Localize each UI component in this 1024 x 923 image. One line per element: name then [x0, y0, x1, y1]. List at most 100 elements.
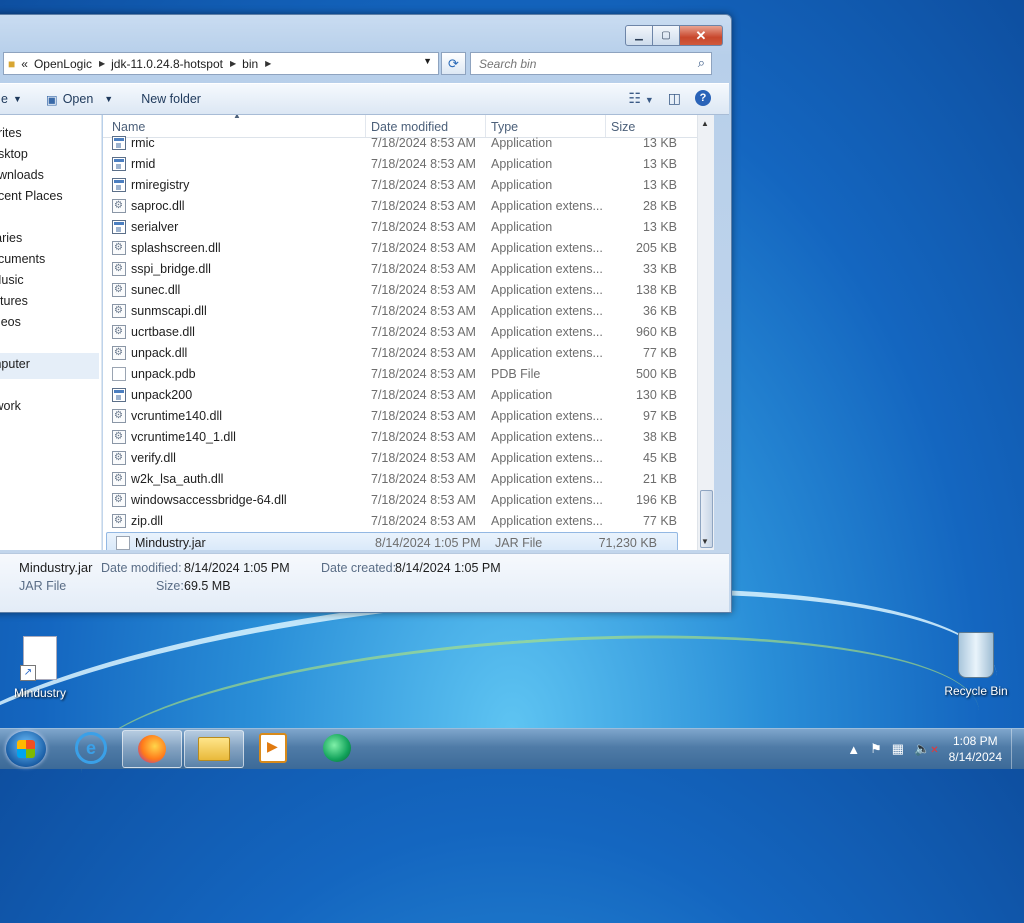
file-row[interactable]: serialver 7/18/2024 8:53 AM Application 13 … [103, 217, 697, 238]
clock[interactable]: 1:08 PM 8/14/2024 [949, 733, 1002, 765]
close-button[interactable]: ✕ [680, 25, 723, 46]
address-dropdown-icon[interactable]: ▼ [423, 56, 432, 66]
nav-item-music[interactable]: Music [0, 273, 24, 287]
breadcrumb-jdk[interactable]: jdk-11.0.24.8-hotspot [111, 57, 223, 71]
file-size: 960 KB [635, 325, 677, 339]
file-row[interactable]: saproc.dll 7/18/2024 8:53 AM Application e… [103, 196, 697, 217]
file-row[interactable]: ucrtbase.dll 7/18/2024 8:53 AM Application… [103, 322, 697, 343]
show-hidden-icons-icon[interactable]: ▲ [847, 742, 860, 757]
view-options-icon[interactable]: ☷ ▼ [628, 90, 653, 107]
file-row[interactable]: unpack200 7/18/2024 8:53 AM Application 130… [103, 385, 697, 406]
file-row[interactable]: Mindustry.jar 8/14/2024 1:05 PM JAR File 71… [106, 532, 678, 550]
column-name[interactable]: Name [112, 120, 145, 134]
vertical-scrollbar[interactable]: ▲ ▼ [697, 115, 714, 550]
chevron-down-icon: ▼ [104, 94, 114, 104]
nav-item-pictures[interactable]: ictures [0, 294, 28, 308]
desktop-icon-mindustry[interactable]: ↗ Mindustry [8, 636, 72, 700]
taskbar-internet-explorer[interactable]: e [62, 730, 120, 766]
folder-icon [198, 737, 230, 761]
file-row[interactable]: verify.dll 7/18/2024 8:53 AM Application e… [103, 448, 697, 469]
new-folder-button[interactable]: New folder [141, 92, 201, 106]
file-type: Application [491, 220, 553, 234]
nav-item-favorites[interactable]: orites [0, 126, 22, 140]
file-row[interactable]: rmic 7/18/2024 8:53 AM Application 13 KB [103, 133, 697, 154]
file-row[interactable]: windowsaccessbridge-64.dll 7/18/2024 8:53… [103, 490, 697, 511]
application-icon [112, 388, 126, 402]
file-size: 500 KB [635, 367, 677, 381]
file-row[interactable]: sunmscapi.dll 7/18/2024 8:53 AM Applicatio… [103, 301, 697, 322]
file-row[interactable]: rmid 7/18/2024 8:53 AM Application 13 KB [103, 154, 697, 175]
flag-icon[interactable]: ⚑ [870, 741, 882, 757]
nav-item-downloads[interactable]: ownloads [0, 168, 44, 182]
taskbar-app[interactable] [308, 730, 366, 766]
file-row[interactable]: sspi_bridge.dll 7/18/2024 8:53 AM Applicat… [103, 259, 697, 280]
taskbar: e ▲ ⚑ ▦ 🔈✕ 1:08 PM 8/14/2024 [0, 728, 1024, 769]
volume-muted-icon[interactable]: 🔈✕ [914, 741, 939, 757]
maximize-button[interactable]: ▢ [653, 25, 680, 46]
file-date-modified: 7/18/2024 8:53 AM [371, 409, 476, 423]
file-size: 138 KB [635, 283, 677, 297]
file-row[interactable]: rmiregistry 7/18/2024 8:53 AM Application 1… [103, 175, 697, 196]
file-row[interactable]: zip.dll 7/18/2024 8:53 AM Application exte… [103, 511, 697, 532]
file-row[interactable]: sunec.dll 7/18/2024 8:53 AM Application ex… [103, 280, 697, 301]
details-size: 69.5 MB [184, 579, 231, 593]
network-icon[interactable]: ▦ [892, 741, 904, 757]
open-button[interactable]: ▣ Open ▼ [46, 92, 113, 107]
search-icon[interactable]: ⌕ [698, 55, 705, 71]
desktop-icon-label: Recycle Bin [944, 684, 1008, 698]
chevron-right-icon[interactable]: ▶ [99, 59, 105, 68]
scroll-down-arrow-icon[interactable]: ▼ [701, 537, 709, 546]
address-bar[interactable]: ■ « OpenLogic ▶ jdk-11.0.24.8-hotspot ▶ … [3, 52, 439, 75]
file-size: 13 KB [642, 136, 677, 150]
explorer-window: ▁ ▢ ✕ ■ « OpenLogic ▶ jdk-11.0.24.8-hots… [0, 14, 732, 613]
dll-file-icon [112, 430, 126, 444]
start-button[interactable] [6, 731, 46, 767]
nav-item-libraries[interactable]: raries [0, 231, 22, 245]
breadcrumb-openlogic[interactable]: OpenLogic [34, 57, 92, 71]
nav-item-computer[interactable]: mputer [0, 353, 99, 379]
chevron-right-icon[interactable]: ▶ [230, 59, 236, 68]
file-row[interactable]: splashscreen.dll 7/18/2024 8:53 AM Applica… [103, 238, 697, 259]
organize-button-partial[interactable]: e ▼ [1, 92, 22, 106]
file-row[interactable]: vcruntime140_1.dll 7/18/2024 8:53 AM Appli… [103, 427, 697, 448]
file-size: 33 KB [642, 262, 677, 276]
nav-item-videos[interactable]: ideos [0, 315, 21, 329]
file-date-modified: 7/18/2024 8:53 AM [371, 388, 476, 402]
desktop-icon-recycle-bin[interactable]: Recycle Bin [940, 632, 1012, 698]
dll-file-icon [112, 514, 126, 528]
refresh-button[interactable]: ⟳ [441, 52, 466, 75]
details-pane: Mindustry.jar JAR File Date modified: 8/… [0, 553, 729, 612]
file-name: sunec.dll [131, 283, 181, 297]
search-input[interactable] [477, 56, 681, 72]
column-date-modified[interactable]: Date modified [371, 120, 448, 134]
column-type[interactable]: Type [491, 120, 518, 134]
details-filename: Mindustry.jar [19, 560, 93, 575]
chevron-right-icon[interactable]: ▶ [265, 59, 271, 68]
dll-file-icon [112, 325, 126, 339]
file-row[interactable]: w2k_lsa_auth.dll 7/18/2024 8:53 AM Applica… [103, 469, 697, 490]
minimize-button[interactable]: ▁ [625, 25, 653, 46]
column-size[interactable]: Size [611, 120, 635, 134]
breadcrumb-overflow[interactable]: « [21, 57, 28, 71]
preview-pane-icon[interactable]: ◫ [668, 90, 681, 107]
nav-item-documents[interactable]: ocuments [0, 252, 45, 266]
nav-item-network[interactable]: twork [0, 399, 21, 413]
nav-item-recent-places[interactable]: ecent Places [0, 189, 63, 203]
breadcrumb-bin[interactable]: bin [242, 57, 258, 71]
help-icon[interactable]: ? [695, 90, 711, 106]
shortcut-arrow-icon: ↗ [20, 665, 36, 681]
file-row[interactable]: unpack.dll 7/18/2024 8:53 AM Application e… [103, 343, 697, 364]
file-row[interactable]: vcruntime140.dll 7/18/2024 8:53 AM Applica… [103, 406, 697, 427]
nav-item-desktop[interactable]: esktop [0, 147, 28, 161]
scroll-up-arrow-icon[interactable]: ▲ [701, 119, 709, 128]
taskbar-explorer[interactable] [184, 730, 244, 768]
file-date-modified: 7/18/2024 8:53 AM [371, 430, 476, 444]
search-box[interactable]: ⌕ [470, 52, 712, 75]
show-desktop-button[interactable] [1011, 729, 1024, 769]
taskbar-firefox[interactable] [122, 730, 182, 768]
taskbar-media-player[interactable] [244, 730, 302, 766]
file-type: Application extens... [491, 199, 603, 213]
clock-date: 8/14/2024 [948, 750, 1002, 764]
windows-logo-icon [17, 740, 35, 758]
file-row[interactable]: unpack.pdb 7/18/2024 8:53 AM PDB File 500 K… [103, 364, 697, 385]
